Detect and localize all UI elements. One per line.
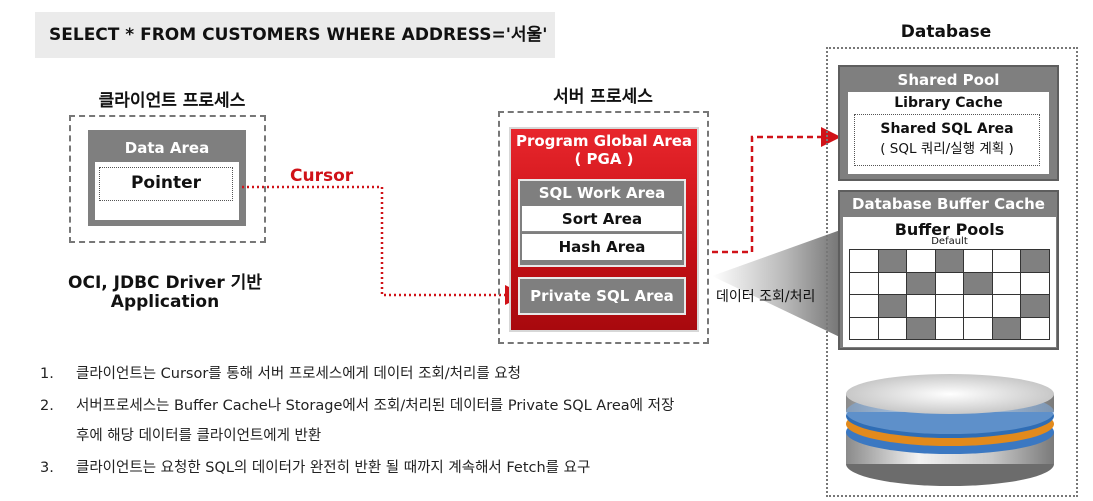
sql-work-area-label: SQL Work Area xyxy=(538,184,666,202)
sort-area-label: Sort Area xyxy=(522,206,682,232)
cursor-connector xyxy=(242,185,525,305)
buffer-pools-box: Buffer Pools Default xyxy=(843,217,1056,347)
step-text: 서버프로세스는 Buffer Cache나 Storage에서 조회/처리된 데… xyxy=(76,398,675,414)
buffer-block xyxy=(963,249,993,273)
buffer-block xyxy=(963,294,993,318)
hash-area-label: Hash Area xyxy=(522,234,682,260)
server-process-box: Program Global Area ( PGA ) SQL Work Are… xyxy=(498,111,709,344)
buffer-block xyxy=(906,249,936,273)
cursor-label: Cursor xyxy=(290,166,354,186)
buffer-block xyxy=(906,294,936,318)
default-label: Default xyxy=(931,236,968,247)
buffer-block xyxy=(1020,271,1050,295)
shared-pool-box: Shared Pool Library Cache Shared SQL Are… xyxy=(838,65,1059,181)
buffer-block xyxy=(906,271,936,295)
buffer-block xyxy=(877,294,908,318)
buffer-block xyxy=(877,249,908,273)
buffer-block xyxy=(1020,316,1050,340)
buffer-block xyxy=(991,294,1022,318)
buffer-block xyxy=(849,316,879,340)
step-1: 1. 클라이언트는 Cursor를 통해 서버 프로세스에게 데이터 조회/처리를… xyxy=(40,362,521,383)
buffer-block xyxy=(934,271,965,295)
shared-sql-area-box: Shared SQL Area ( SQL 쿼리/실행 계획 ) xyxy=(854,114,1040,166)
shared-sql-area-label: Shared SQL Area xyxy=(880,121,1014,137)
database-disk-icon xyxy=(846,374,1054,486)
buffer-block xyxy=(934,316,965,340)
buffer-block xyxy=(934,249,965,273)
buffer-block xyxy=(934,294,965,318)
shared-sql-note: ( SQL 쿼리/실행 계획 ) xyxy=(880,141,1014,157)
shared-pool-connector xyxy=(712,127,841,254)
step-text: 클라이언트는 Cursor를 통해 서버 프로세스에게 데이터 조회/처리를 요… xyxy=(76,366,521,382)
library-cache-label: Library Cache xyxy=(894,95,1003,111)
buffer-block xyxy=(849,271,879,295)
step-2: 2. 서버프로세스는 Buffer Cache나 Storage에서 조회/처리된… xyxy=(40,394,674,415)
step-2-cont: 후에 해당 데이터를 클라이언트에게 반환 xyxy=(40,424,321,445)
shared-pool-label: Shared Pool xyxy=(897,71,1000,89)
beam-label: 데이터 조회/처리 xyxy=(716,289,816,305)
step-text: 후에 해당 데이터를 클라이언트에게 반환 xyxy=(76,428,322,444)
buffer-cache-box: Database Buffer Cache Buffer Pools Defau… xyxy=(838,190,1059,350)
sql-work-area-box: SQL Work Area Sort Area Hash Area xyxy=(518,179,686,267)
private-sql-area-box: Private SQL Area xyxy=(518,277,686,315)
step-number: 2. xyxy=(40,398,54,414)
buffer-block xyxy=(906,316,936,340)
buffer-block xyxy=(849,294,879,318)
buffer-cache-label: Database Buffer Cache xyxy=(852,195,1045,213)
step-text: 클라이언트는 요청한 SQL의 데이터가 완전히 반환 될 때까지 계속해서 F… xyxy=(76,460,591,476)
server-heading: 서버 프로세스 xyxy=(553,87,653,107)
private-sql-area-label: Private SQL Area xyxy=(530,287,674,305)
buffer-block xyxy=(991,249,1022,273)
pga-subtitle: ( PGA ) xyxy=(574,150,634,168)
library-cache-box: Library Cache Shared SQL Area ( SQL 쿼리/실… xyxy=(848,92,1049,174)
buffer-block xyxy=(877,271,908,295)
step-number: 3. xyxy=(40,460,54,476)
database-heading: Database xyxy=(900,22,992,42)
buffer-block xyxy=(991,316,1022,340)
buffer-grid xyxy=(849,249,1050,340)
step-3: 3. 클라이언트는 요청한 SQL의 데이터가 완전히 반환 될 때까지 계속해서… xyxy=(40,456,590,477)
buffer-block xyxy=(963,316,993,340)
buffer-block xyxy=(963,271,993,295)
pga-title: Program Global Area xyxy=(515,132,693,150)
buffer-block xyxy=(991,271,1022,295)
buffer-block xyxy=(849,249,879,273)
buffer-block xyxy=(1020,249,1050,273)
buffer-block xyxy=(1020,294,1050,318)
buffer-block xyxy=(877,316,908,340)
step-number: 1. xyxy=(40,366,54,382)
pga-box: Program Global Area ( PGA ) SQL Work Are… xyxy=(509,127,699,332)
